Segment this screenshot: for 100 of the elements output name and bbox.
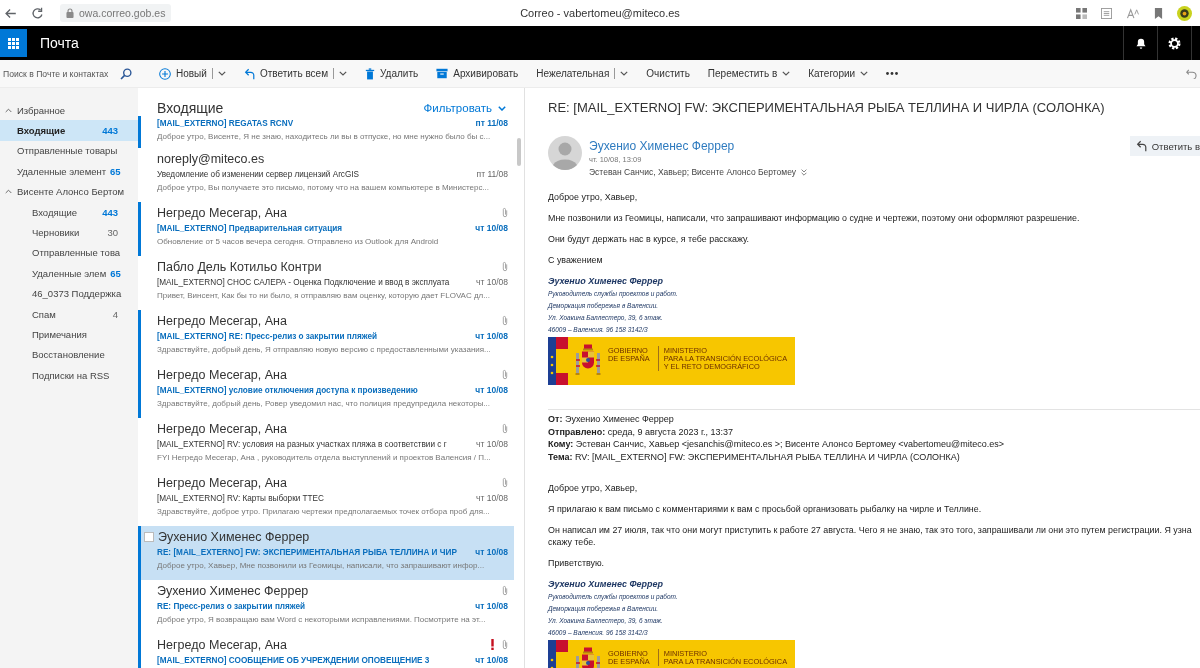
- folder-item[interactable]: Черновики 30: [0, 222, 138, 243]
- coat-of-arms-icon: [575, 344, 601, 378]
- folder-item[interactable]: Отправленные това: [0, 242, 138, 264]
- folder-group-header[interactable]: Избранное: [0, 100, 138, 121]
- message-subject: [MAIL_EXTERNO] СООБЩЕНИЕ ОБ УЧРЕЖДЕНИИ ОПОВЕЩЕНИЕ 3: [157, 655, 431, 665]
- signature-name: Эухенио Хименес Феррер: [548, 578, 665, 592]
- delete-button[interactable]: Удалить: [356, 62, 428, 85]
- archive-icon: [436, 68, 449, 79]
- header-line: Отправлено: среда, 9 августа 2023 г., 13:37: [548, 425, 735, 439]
- header-line: Кому: Эстеван Санчис, Хавьер <jesanchis@miteco.es >; Висенте Алонсо Бертомеу <vabertomeu@miteco.es>: [548, 438, 1005, 451]
- caret-icon: [217, 71, 226, 76]
- folder-item[interactable]: Удаленные элем 65: [0, 263, 138, 284]
- body-paragraph: Мне позвонили из Геомицы, написали, что запрашивают информацию о судне и чертежи, поэтому они оформляют разрешение.: [548, 212, 1081, 224]
- message-row[interactable]: [MAIL_EXTERNO] REGATAS RCNV пт 11/08 Доброе утро, Висенте, Я не знаю, находитесь ли вы в отпуске, но мне нужно было бы с...: [138, 116, 515, 148]
- message-row[interactable]: Негредо Месегар, Ана [MAIL_EXTERNO] RV: условия на разных участках пляжа в соответствии с г чт 10/08 FYI Негредо Месегар, Ана , руководитель отдела выступлений и проектов Валенсия / П...: [138, 418, 515, 472]
- message-row[interactable]: Негредо Месегар, Ана [MAIL_EXTERNO] RE: Пресс-релиз о закрытии пляжей чт 10/08 Здравствуйте, добрый день, Я отправляю новую версию с предоставленными указания...: [138, 310, 515, 364]
- reload-icon[interactable]: [31, 6, 44, 20]
- message-row[interactable]: Негредо Месегар, Ана [MAIL_EXTERNO] Предварительная ситуация чт 10/08 Обновление от 5 часов вечера сегодня. Отправлено из Outlook для Android: [138, 202, 515, 256]
- body-paragraph: Я прилагаю к вам письмо с комментариями к вам с просьбой организовать рыбалку на чирле и Теллине.: [548, 503, 983, 516]
- message-preview: Здравствуйте, добрый день, Я отправляю новую версию с предоставленными указания...: [157, 344, 492, 356]
- folder-item[interactable]: Подписки на RSS: [0, 365, 138, 386]
- folder-item[interactable]: Примечания: [0, 324, 138, 345]
- message-subject: RE: [MAIL_EXTERNO] FW: ЭКСПЕРИМЕНТАЛЬНАЯ РЫБА ТЕЛЛИНА И ЧИР: [157, 547, 458, 557]
- scrollbar-thumb[interactable]: [517, 138, 521, 166]
- chevron-icon[interactable]: [5, 189, 12, 195]
- reply-all-icon: [1135, 140, 1147, 152]
- message-row[interactable]: noreply@miteco.es Уведомление об изменении сервер лицензий ArcGIS пт 11/08 Доброе утро, Вы получаете это письмо, потому что на вашем компьютере в Министерс...: [138, 148, 515, 202]
- sender-name: Негредо Месегар, Ана: [157, 475, 288, 490]
- caret-icon: [782, 71, 791, 76]
- caret-icon: [860, 71, 869, 76]
- waffle-icon: [8, 37, 19, 49]
- reply-all-icon: [243, 67, 255, 80]
- search-field[interactable]: Поиск в Почте и контактах: [3, 65, 119, 82]
- message-date: чт 10/08: [475, 655, 509, 665]
- folder-item[interactable]: Восстановление: [0, 344, 138, 366]
- recipient-list: Эстеван Санчис, Хавьер; Висенте Алонсо Бертомеу: [589, 166, 797, 179]
- address-field[interactable]: owa.correo.gob.es: [60, 4, 172, 22]
- sender-name: Негредо Месегар, Ана: [157, 421, 288, 436]
- message-subject: [MAIL_EXTERNO] условие отключения доступа к произведению: [157, 385, 419, 395]
- reply-all-button[interactable]: Ответить всем: [234, 62, 357, 85]
- grid-icon[interactable]: [1076, 7, 1087, 19]
- message-row[interactable]: Негредо Месегар, Ана [MAIL_EXTERNO] СООБЩЕНИЕ ОБ УЧРЕЖДЕНИИ ОПОВЕЩЕНИЕ 3 чт 10/08: [138, 634, 515, 668]
- message-row[interactable]: Негредо Месегар, Ана [MAIL_EXTERNO] условие отключения доступа к произведению чт 10/08 Здравствуйте, добрый день, Ровер уведомил нас, что полиция предупредила некоторы...: [138, 364, 515, 418]
- folder-item[interactable]: Входящие 443: [0, 201, 138, 223]
- sender-name[interactable]: Эухенио Хименес Феррер: [589, 138, 815, 154]
- sender-name: Негредо Месегар, Ана: [157, 313, 288, 328]
- folder-count: 30: [106, 227, 118, 239]
- settings-icon[interactable]: [1168, 36, 1181, 50]
- message-subject: [MAIL_EXTERNO] RV: условия на разных участках пляжа в соответствии с г: [157, 439, 448, 449]
- lock-icon: [66, 8, 74, 18]
- text-size-icon[interactable]: [1126, 7, 1140, 19]
- app-title: Почта: [40, 35, 79, 51]
- bookmark-icon[interactable]: [1154, 7, 1163, 19]
- folder-group-header[interactable]: Висенте Алонсо Бертом: [0, 181, 138, 202]
- undo-icon[interactable]: [1186, 68, 1197, 79]
- folder-item[interactable]: Удаленные элемент 65: [0, 161, 138, 182]
- checkbox[interactable]: [144, 531, 154, 542]
- message-subject: [MAIL_EXTERNO] Предварительная ситуация: [157, 223, 343, 233]
- junk-button[interactable]: Нежелательная: [527, 62, 638, 85]
- back-icon[interactable]: [4, 6, 17, 20]
- filter-button[interactable]: Фильтровать: [423, 100, 507, 116]
- header-line: От: Эухенио Хименес Феррер: [548, 413, 675, 426]
- move-button[interactable]: Переместить в: [698, 62, 800, 85]
- folder-item[interactable]: Спам 4: [0, 303, 138, 325]
- window-title: Correo - vabertomeu@miteco.es: [520, 7, 680, 19]
- message-preview: Здравствуйте, доброе утро. Прилагаю чертежи предполагаемых точек отбора проб для...: [157, 506, 491, 518]
- message-row[interactable]: Пабло Дель Котильо Контри [MAIL_EXTERNO] СНОС САЛЕРА - Оценка Подключение и ввод в эксплуата чт 10/08 Привет, Винсент, Как бы то ни было, я отправляю вам оценку, которую дает FLOVAC дл...: [138, 256, 515, 310]
- bell-icon[interactable]: [1134, 36, 1147, 50]
- profile-icon[interactable]: [1177, 5, 1192, 21]
- message-row[interactable]: Эухенио Хименес Феррер RE: [MAIL_EXTERNO] FW: ЭКСПЕРИМЕНТАЛЬНАЯ РЫБА ТЕЛЛИНА И ЧИР чт 10/08 Доброе утро, Хавьер, Мне позвонили из Геомицы, написали, что запрашивают инфор...: [138, 526, 515, 580]
- message-preview: FYI Негредо Месегар, Ана , руководитель отдела выступлений и проектов Валенсия / П...: [157, 452, 492, 464]
- folder-item[interactable]: Входящие 443: [0, 120, 138, 141]
- message-preview: Доброе утро, Висенте, Я не знаю, находитесь ли вы в отпуске, но мне нужно было бы с...: [157, 131, 492, 143]
- more-icon: [886, 72, 899, 75]
- body-paragraph: Он написал им 27 июля, так что они могут приступить к работе 27 августа. Чего я не знаю, так это того, запрашивали ли они это путем регистрации. Я узна скажу тебе.: [548, 524, 1193, 549]
- message-subject: RE: Пресс-релиз о закрытии пляжей: [157, 601, 307, 611]
- message-subject: [MAIL_EXTERNO] СНОС САЛЕРА - Оценка Подключение и ввод в эксплуата: [157, 277, 451, 287]
- message-row[interactable]: Негредо Месегар, Ана [MAIL_EXTERNO] RV: Карты выборки TTEC чт 10/08 Здравствуйте, доброе утро. Прилагаю чертежи предполагаемых точек отбора проб для...: [138, 472, 515, 526]
- message-subject: [MAIL_EXTERNO] REGATAS RCNV: [157, 118, 295, 128]
- message-subject: Уведомление об изменении сервер лицензий ArcGIS: [157, 169, 361, 179]
- new-button[interactable]: Новый: [150, 62, 235, 85]
- search-icon[interactable]: [120, 67, 132, 80]
- message-row[interactable]: Эухенио Хименес Феррер RE: Пресс-релиз о закрытии пляжей чт 10/08 Доброе утро, Я возвращаю вам Word с некоторыми исправлениями. Посмотрите на эт...: [138, 580, 515, 634]
- folder-count: 65: [109, 165, 121, 177]
- expand-icon[interactable]: [801, 169, 808, 176]
- chevron-icon[interactable]: [5, 107, 12, 113]
- app-launcher-button[interactable]: [0, 29, 27, 57]
- categories-button[interactable]: Категории: [799, 62, 878, 85]
- message-preview: Доброе утро, Я возвращаю вам Word с некоторыми исправлениями. Посмотрите на эт...: [157, 614, 487, 626]
- reply-all-button[interactable]: Ответить в: [1129, 136, 1200, 156]
- message-date: пт 11/08: [476, 169, 509, 179]
- body-paragraph: Они будут держать нас в курсе, я тебе расскажу.: [548, 233, 751, 245]
- folder-item[interactable]: 46_0373 Поддержка: [0, 283, 138, 304]
- folder-item[interactable]: Отправленные товары: [0, 140, 138, 162]
- body-paragraph: Доброе утро, Хавьер,: [548, 482, 639, 495]
- reader-icon[interactable]: [1101, 7, 1112, 19]
- sweep-button[interactable]: Очистить: [637, 62, 699, 85]
- header-line: Тема: RV: [MAIL_EXTERNO] FW: ЭКСПЕРИМЕНТАЛЬНАЯ РЫБА ТЕЛЛИНА И ЧИРЛА (СОЛОНКА): [548, 450, 961, 464]
- message-date: чт 10/08: [476, 439, 509, 449]
- archive-button[interactable]: Архивировать: [427, 62, 528, 85]
